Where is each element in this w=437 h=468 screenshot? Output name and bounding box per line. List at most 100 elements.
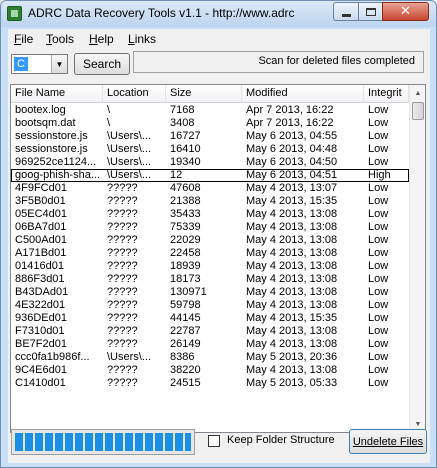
table-row[interactable]: 969252ce1124... \Users\... 19340 May 6 2013… (11, 156, 409, 169)
cell-location: \Users\... (107, 143, 152, 155)
menu-bar: File Tools Help Links (8, 29, 430, 49)
table-row[interactable]: 06BA7d01????? 75339 May 4 2013, 13:08 Low (11, 221, 409, 234)
cell-location: \ (107, 104, 111, 116)
cell-location: \Users\... (107, 351, 152, 363)
cell-file-name: 4E322d01 (15, 299, 66, 311)
cell-modified: May 4 2013, 13:08 (246, 325, 338, 337)
cell-size: 22029 (170, 234, 201, 246)
table-row[interactable]: BE7F2d01????? 26149 May 4 2013, 13:08 Low (11, 338, 409, 351)
cell-integrity: Low (368, 299, 389, 311)
cell-location: \ (107, 117, 111, 129)
cell-integrity: Low (368, 234, 389, 246)
cell-integrity: Low (368, 130, 389, 142)
table-row[interactable]: 4F9FCd01????? 47608 May 4 2013, 13:07 Low (11, 182, 409, 195)
maximize-button[interactable] (358, 2, 383, 21)
cell-file-name: sessionstore.js (15, 130, 88, 142)
cell-integrity: Low (368, 156, 389, 168)
cell-modified: May 5 2013, 20:36 (246, 351, 338, 363)
cell-size: 35433 (170, 208, 201, 220)
cell-modified: May 4 2013, 13:08 (246, 299, 338, 311)
table-row[interactable]: C1410d01????? 24515 May 5 2013, 05:33 Low (11, 377, 409, 390)
cell-integrity: Low (368, 208, 389, 220)
cell-size: 22458 (170, 247, 201, 259)
table-row[interactable]: 9C4E6d01????? 38220 May 4 2013, 13:08 Low (11, 364, 409, 377)
table-row[interactable]: B43DAd01????? 130971 May 4 2013, 13:08 Low (11, 286, 409, 299)
table-row[interactable]: bootsqm.dat \ 3408 Apr 7 2013, 16:22 Low (11, 117, 409, 130)
menu-links[interactable]: Links (128, 32, 156, 46)
menu-help[interactable]: Help (89, 32, 114, 46)
maximize-icon (365, 7, 376, 16)
cell-file-name: BE7F2d01 (15, 338, 67, 350)
table-row[interactable]: C500Ad01????? 22029 May 4 2013, 13:08 Low (11, 234, 409, 247)
cell-location: ????? (107, 234, 138, 246)
cell-integrity: Low (368, 195, 389, 207)
cell-integrity: Low (368, 143, 389, 155)
cell-location: \Users\... (107, 169, 152, 181)
scrollbar-thumb[interactable] (412, 102, 424, 120)
scroll-up-icon[interactable]: ▲ (410, 85, 425, 101)
cell-modified: May 4 2013, 13:08 (246, 286, 338, 298)
table-row[interactable]: 01416d01????? 18939 May 4 2013, 13:08 Low (11, 260, 409, 273)
column-header-size[interactable]: Size (166, 85, 242, 103)
cell-integrity: Low (368, 273, 389, 285)
cell-location: ????? (107, 364, 138, 376)
cell-modified: May 4 2013, 15:35 (246, 312, 338, 324)
cell-location: ????? (107, 247, 138, 259)
table-row[interactable]: 05EC4d01????? 35433 May 4 2013, 13:08 Low (11, 208, 409, 221)
cell-modified: May 4 2013, 15:35 (246, 195, 338, 207)
cell-location: ????? (107, 286, 138, 298)
vertical-scrollbar[interactable]: ▲ ▼ (409, 85, 425, 432)
close-icon: ✕ (400, 4, 411, 19)
cell-size: 12 (170, 169, 183, 181)
cell-location: ????? (107, 299, 138, 311)
minimize-button[interactable] (333, 2, 359, 21)
table-row[interactable]: A171Bd01????? 22458 May 4 2013, 13:08 Low (11, 247, 409, 260)
table-row[interactable]: sessionstore.js \Users\... 16727 May 6 2013… (11, 130, 409, 143)
cell-location: \Users\... (107, 130, 152, 142)
progress-bar (11, 429, 195, 455)
close-button[interactable]: ✕ (382, 2, 429, 21)
app-icon (7, 6, 22, 21)
cell-location: ????? (107, 182, 138, 194)
drive-select[interactable]: C ▼ (11, 54, 68, 74)
table-row[interactable]: 4E322d01????? 59798 May 4 2013, 13:08 Low (11, 299, 409, 312)
menu-file[interactable]: File (14, 32, 33, 46)
cell-modified: May 6 2013, 04:51 (246, 169, 338, 181)
table-row[interactable]: F7310d01????? 22787 May 4 2013, 13:08 Low (11, 325, 409, 338)
cell-size: 38220 (170, 364, 201, 376)
table-row[interactable]: 886F3d01????? 18173 May 4 2013, 13:08 Low (11, 273, 409, 286)
table-row[interactable]: bootex.log \ 7168 Apr 7 2013, 16:22 Low (11, 104, 409, 117)
file-list[interactable]: File Name Location Size Modified Integri… (10, 84, 426, 433)
cell-location: ????? (107, 312, 138, 324)
cell-modified: May 4 2013, 13:08 (246, 260, 338, 272)
client-area: File Tools Help Links C ▼ Search Scan fo… (8, 29, 430, 463)
cell-modified: Apr 7 2013, 16:22 (246, 117, 334, 129)
column-header-file-name[interactable]: File Name (11, 85, 103, 103)
cell-size: 26149 (170, 338, 201, 350)
column-header-integrity[interactable]: Integrit (364, 85, 409, 103)
table-row[interactable]: 3F5B0d01????? 21388 May 4 2013, 15:35 Low (11, 195, 409, 208)
cell-size: 59798 (170, 299, 201, 311)
cell-size: 75339 (170, 221, 201, 233)
cell-integrity: Low (368, 325, 389, 337)
keep-folder-checkbox[interactable] (208, 435, 220, 447)
cell-file-name: 01416d01 (15, 260, 64, 272)
chevron-down-icon[interactable]: ▼ (51, 55, 67, 73)
title-bar[interactable]: ADRC Data Recovery Tools v1.1 - http://w… (1, 1, 436, 27)
table-row[interactable]: goog-phish-sha... \Users\... 12 May 6 2013,… (11, 169, 409, 182)
cell-file-name: B43DAd01 (15, 286, 69, 298)
column-header-location[interactable]: Location (103, 85, 166, 103)
list-header: File Name Location Size Modified Integri… (11, 85, 409, 103)
table-row[interactable]: ccc0fa1b986f... \Users\... 8386 May 5 2013,… (11, 351, 409, 364)
cell-size: 16727 (170, 130, 201, 142)
table-row[interactable]: 936DEd01????? 44145 May 4 2013, 15:35 Low (11, 312, 409, 325)
search-button[interactable]: Search (74, 53, 130, 75)
cell-modified: May 4 2013, 13:08 (246, 221, 338, 233)
cell-modified: May 4 2013, 13:08 (246, 273, 338, 285)
cell-file-name: bootex.log (15, 104, 66, 116)
undelete-files-button[interactable]: Undelete Files (349, 429, 427, 454)
table-row[interactable]: sessionstore.js \Users\... 16410 May 6 2013… (11, 143, 409, 156)
menu-tools[interactable]: Tools (46, 32, 74, 46)
cell-integrity: Low (368, 104, 389, 116)
column-header-modified[interactable]: Modified (242, 85, 364, 103)
